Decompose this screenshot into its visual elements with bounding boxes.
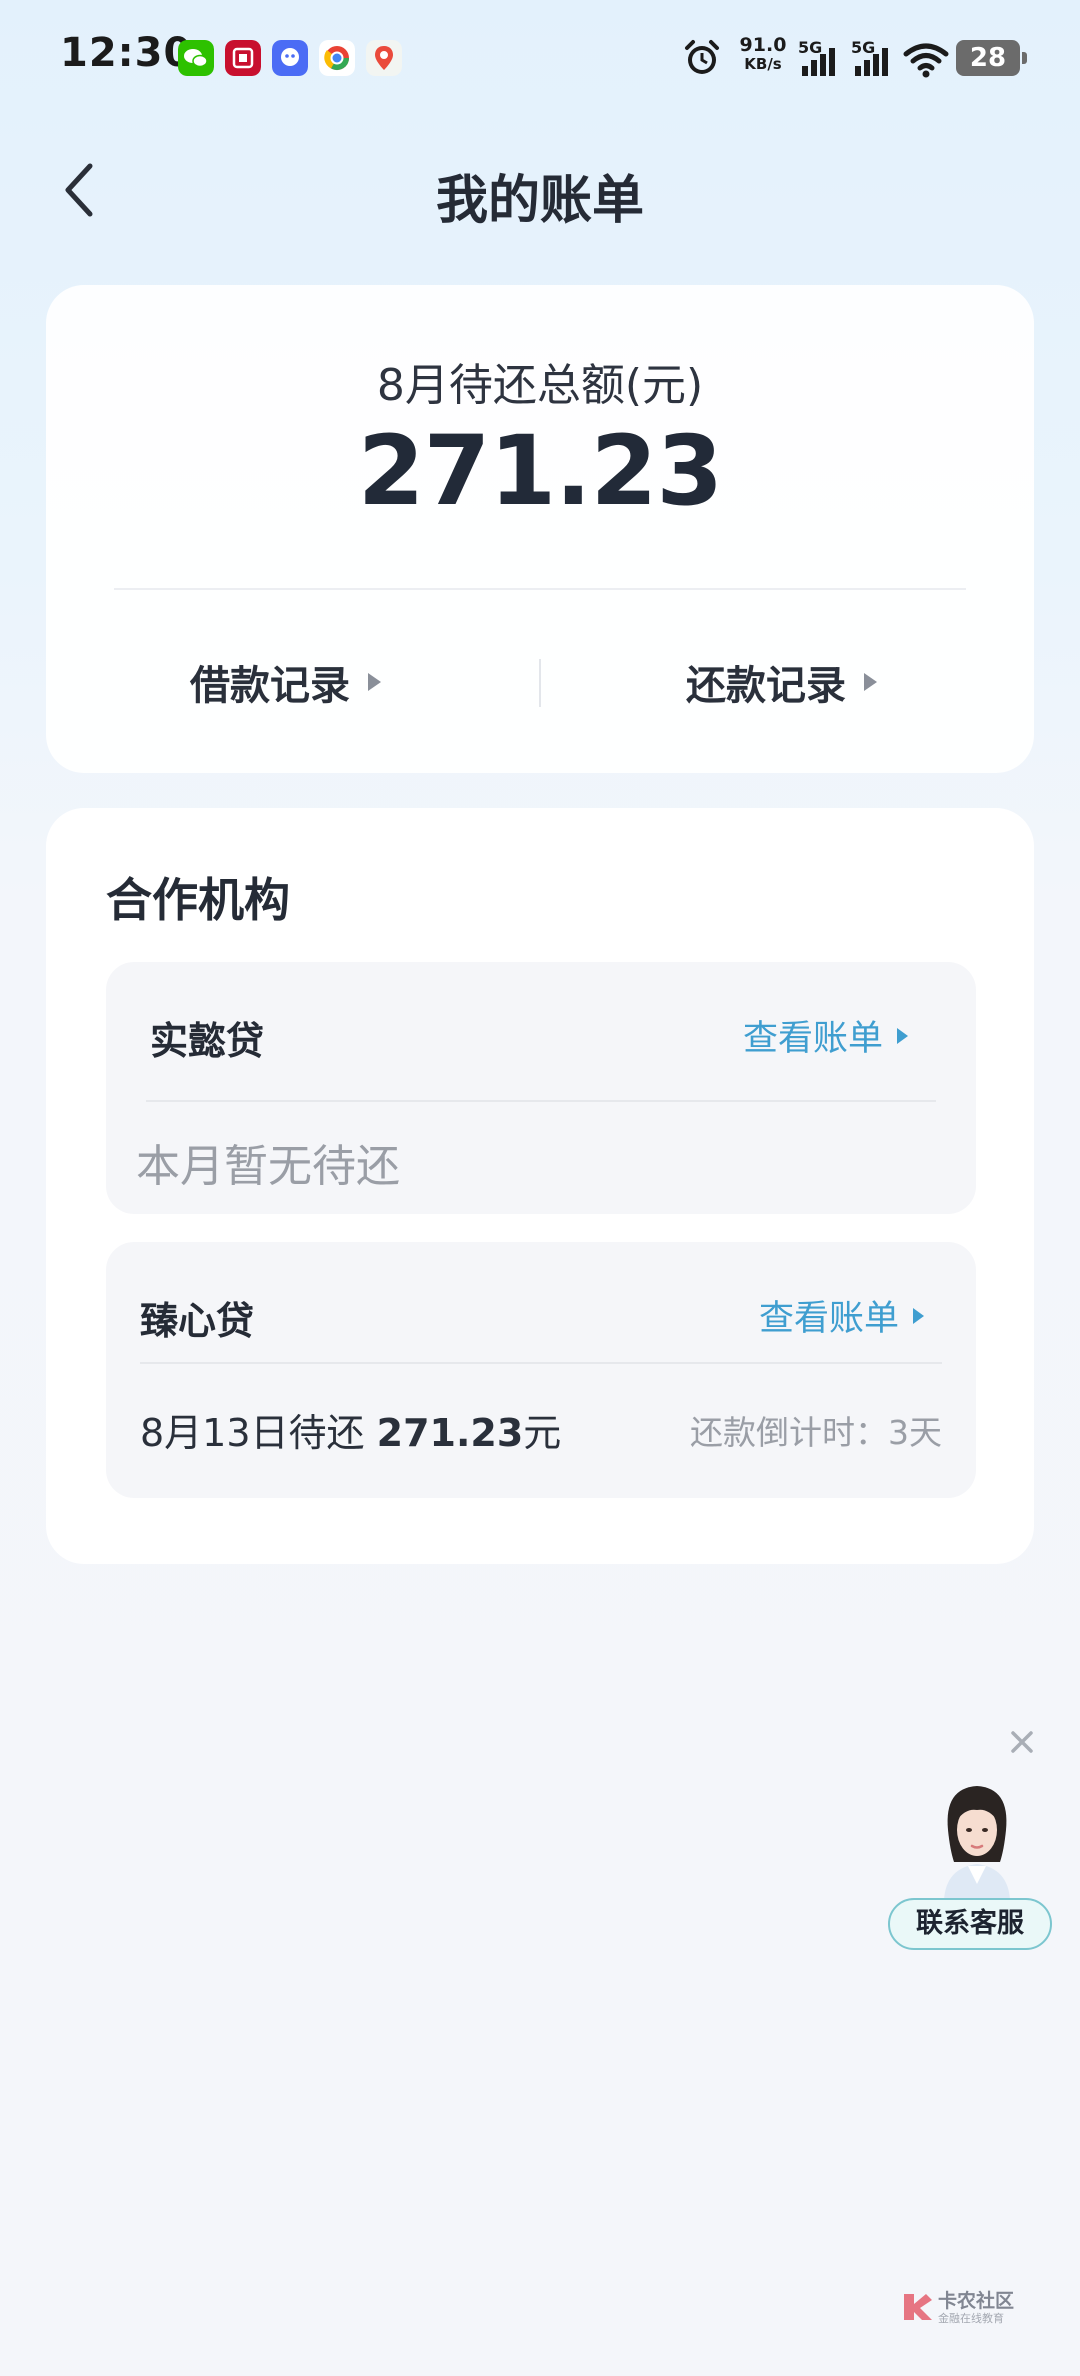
borrow-records-link[interactable]: 借款记录 (190, 653, 381, 711)
view-bill-button[interactable]: 查看账单 (743, 1010, 908, 1061)
contact-service-button[interactable]: 联系客服 (888, 1898, 1052, 1950)
repay-records-label: 还款记录 (686, 663, 846, 709)
lender-card-shiyidai: 实懿贷 查看账单 本月暂无待还 (106, 962, 976, 1214)
view-bill-label: 查看账单 (758, 1299, 899, 1339)
kanong-logo-icon (904, 2294, 932, 2320)
qq-icon (272, 40, 308, 76)
signal-icon (855, 48, 888, 76)
due-info: 8月13日待还 271.23元 (140, 1402, 561, 1457)
maps-icon (366, 40, 402, 76)
due-date: 8月13日待还 (140, 1411, 377, 1455)
status-bar: 12:30 91.0 KB/s 5G 5G 28 (0, 0, 1080, 120)
triangle-right-icon (897, 1027, 908, 1044)
summary-divider (114, 588, 966, 590)
chrome-style-icon (319, 40, 355, 76)
partner-card: 合作机构 实懿贷 查看账单 本月暂无待还 臻心贷 查看账单 8月13日待还 27… (46, 808, 1034, 1564)
close-icon[interactable] (1006, 1726, 1038, 1758)
no-due-note: 本月暂无待还 (136, 1141, 400, 1192)
partners-title: 合作机构 (106, 873, 290, 927)
due-unit: 元 (523, 1411, 562, 1455)
watermark-text: 卡农社区 (938, 2290, 1015, 2312)
wifi-icon (903, 43, 949, 78)
alarm-icon (685, 40, 719, 74)
triangle-right-icon (864, 673, 877, 691)
wechat-icon (178, 40, 214, 76)
view-bill-label: 查看账单 (742, 1019, 883, 1059)
net-speed: 91.0 KB/s (736, 36, 790, 74)
triangle-right-icon (913, 1307, 924, 1324)
watermark-logo: 卡农社区 金融在线教育 (900, 2284, 1030, 2332)
total-due-label: 8月待还总额(元) (376, 360, 704, 411)
link-separator (539, 659, 541, 707)
repay-countdown: 还款倒计时：3天 (690, 1413, 942, 1452)
page-title: 我的账单 (435, 171, 644, 231)
net-speed-value: 91.0 (739, 34, 787, 56)
watermark-subtext: 金融在线教育 (938, 2312, 1004, 2325)
battery-icon: 28 (956, 40, 1027, 76)
bank-app-icon (225, 40, 261, 76)
view-bill-button[interactable]: 查看账单 (759, 1290, 924, 1341)
service-avatar[interactable] (930, 1780, 1024, 1900)
total-due-amount: 271.23 (357, 415, 723, 527)
due-amount: 271.23 (376, 1411, 524, 1455)
lender-name: 实懿贷 (150, 1019, 265, 1063)
summary-card: 8月待还总额(元) 271.23 借款记录 还款记录 (46, 285, 1034, 773)
lender-name: 臻心贷 (140, 1299, 255, 1343)
status-time: 12:30 (60, 30, 193, 76)
borrow-records-label: 借款记录 (190, 663, 350, 709)
lender-divider (146, 1100, 936, 1102)
lender-card-zhenxindai: 臻心贷 查看账单 8月13日待还 271.23元 还款倒计时：3天 (106, 1242, 976, 1498)
lender-divider (140, 1362, 942, 1364)
net-speed-unit: KB/s (744, 55, 782, 73)
triangle-right-icon (368, 673, 381, 691)
signal-icon (802, 48, 835, 76)
repay-records-link[interactable]: 还款记录 (686, 653, 877, 711)
